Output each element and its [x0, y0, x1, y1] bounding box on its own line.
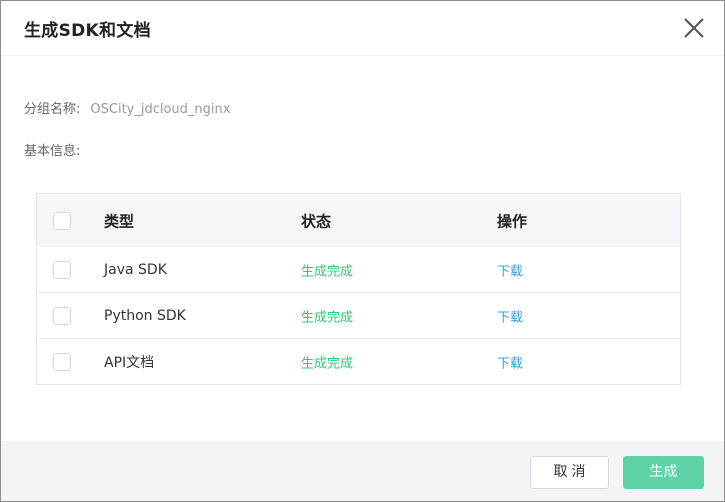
- row-checkbox[interactable]: [53, 260, 71, 279]
- group-name-row: 分组名称: OSCity_jdcloud_nginx: [24, 98, 230, 117]
- download-link[interactable]: 下载: [497, 260, 523, 279]
- dialog-footer: 取消 生成: [1, 441, 724, 501]
- row-status: 生成完成: [301, 264, 354, 279]
- select-all-checkbox[interactable]: [53, 211, 71, 230]
- dialog-header: 生成SDK和文档: [1, 1, 724, 55]
- download-link[interactable]: 下载: [497, 306, 523, 325]
- row-name: Python SDK: [104, 307, 186, 324]
- dialog-body: 分组名称: OSCity_jdcloud_nginx 基本信息: 类型 状态 操作…: [1, 55, 724, 442]
- close-icon[interactable]: [682, 16, 706, 40]
- basic-info-label: 基本信息:: [24, 144, 81, 159]
- row-name: Java SDK: [104, 261, 167, 278]
- download-link[interactable]: 下载: [497, 352, 523, 371]
- cancel-button[interactable]: 取消: [530, 456, 609, 489]
- row-name: API文档: [104, 354, 155, 371]
- header-type: 类型: [104, 212, 135, 230]
- table-header: 类型 状态 操作: [37, 194, 680, 247]
- generate-sdk-dialog: 生成SDK和文档 分组名称: OSCity_jdcloud_nginx 基本信息:…: [0, 0, 725, 502]
- row-checkbox[interactable]: [53, 306, 71, 325]
- row-status: 生成完成: [301, 356, 354, 371]
- table-row: API文档 生成完成 下载: [37, 338, 680, 384]
- dialog-title: 生成SDK和文档: [24, 21, 151, 41]
- row-checkbox[interactable]: [53, 352, 71, 371]
- group-name-label: 分组名称:: [24, 102, 81, 117]
- sdk-table: 类型 状态 操作 Java SDK 生成完成 下载 Python SDK 生成完…: [36, 193, 681, 385]
- header-action: 操作: [497, 212, 528, 230]
- table-row: Python SDK 生成完成 下载: [37, 292, 680, 338]
- header-status: 状态: [301, 212, 332, 230]
- row-status: 生成完成: [301, 310, 354, 325]
- generate-button[interactable]: 生成: [623, 456, 704, 489]
- table-row: Java SDK 生成完成 下载: [37, 247, 680, 292]
- basic-info-row: 基本信息:: [24, 140, 80, 159]
- group-name-value: OSCity_jdcloud_nginx: [90, 102, 231, 117]
